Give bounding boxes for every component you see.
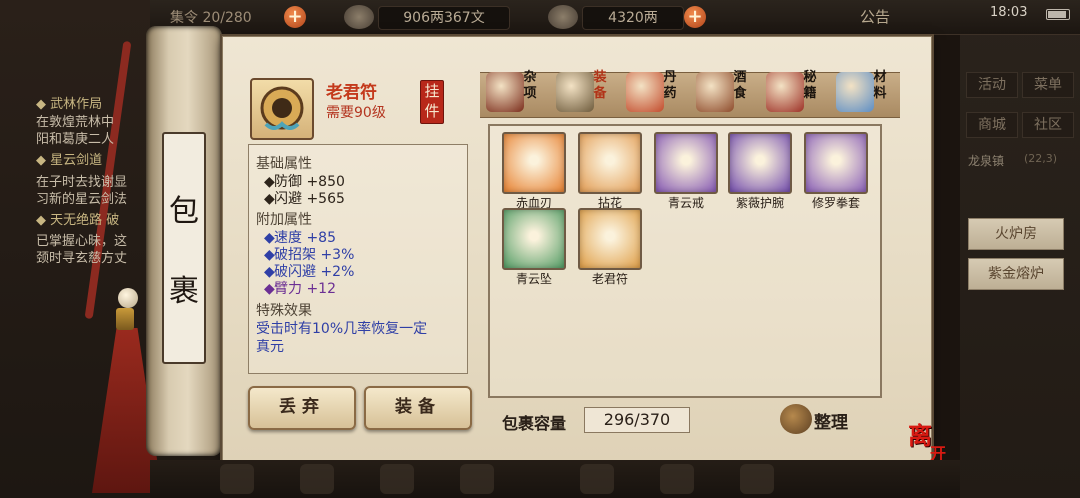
category-label: 秘籍	[803, 70, 817, 101]
leave-button[interactable]: 离	[908, 416, 932, 451]
category-label: 杂项	[523, 70, 537, 101]
tassel-bead	[118, 288, 138, 308]
category-icon	[696, 72, 734, 112]
scroll-title-label: 包 裹	[162, 132, 206, 364]
extra-stats-title: 附加属性	[256, 212, 312, 228]
inventory-slot-name: 修罗拳套	[811, 196, 860, 210]
bottom-nav-item[interactable]	[460, 464, 494, 494]
base-stat-defense: ◆防御 +850	[264, 174, 345, 190]
extra-stat-break-evade: ◆破闪避 +2%	[264, 264, 355, 280]
inventory-slot[interactable]	[728, 132, 792, 194]
quest-line[interactable]: ◆ 武林作局	[36, 96, 102, 113]
clock: 18:03	[990, 5, 1028, 20]
category-icon	[486, 72, 524, 112]
inventory-slot[interactable]	[578, 208, 642, 270]
category-label: 材料	[873, 70, 887, 101]
quest-line[interactable]: ◆ 星云剑道	[36, 152, 102, 169]
equip-button[interactable]: 装备	[364, 386, 472, 430]
quest-line: 在子时去找谢显	[36, 175, 128, 190]
scroll-title-char-1: 包	[169, 194, 199, 229]
category-icon	[626, 72, 664, 112]
capacity-label: 包裹容量	[502, 414, 567, 433]
bottom-nav-bar	[150, 460, 960, 498]
category-icon	[836, 72, 874, 112]
tassel-knot	[116, 308, 134, 330]
quest-line: 在敦煌荒林中	[36, 115, 115, 130]
category-label: 装备	[593, 70, 607, 101]
location-coords: (22,3)	[1024, 152, 1058, 165]
capacity-value: 296/370	[584, 407, 690, 433]
selected-item-name: 老君符	[326, 83, 377, 103]
inventory-slot-name: 青云戒	[667, 196, 704, 210]
extra-stat-speed: ◆速度 +85	[264, 230, 336, 246]
item-type-badge: 挂件	[420, 80, 444, 124]
quest-line: 已掌握心昧，这	[36, 234, 128, 249]
quest-line[interactable]: ◆ 天无绝路 破	[36, 212, 119, 229]
activity-button[interactable]: 活动	[966, 72, 1018, 98]
quest-line: 习新的星云剑法	[36, 192, 128, 207]
add-gold-button[interactable]: +	[684, 6, 706, 28]
silver-display: 906两367文	[378, 6, 510, 30]
battery-icon	[1046, 9, 1070, 20]
category-tab[interactable]: 丹药	[622, 66, 688, 122]
quest-line: 颈时寻玄慈方丈	[36, 251, 128, 266]
category-tab[interactable]: 杂项	[482, 66, 548, 122]
forge-button[interactable]: 紫金熔炉	[968, 258, 1064, 290]
extra-stat-strength: ◆臂力 +12	[264, 281, 336, 297]
silver-icon	[344, 5, 374, 29]
inventory-slot[interactable]	[502, 132, 566, 194]
category-tab[interactable]: 酒食	[692, 66, 758, 122]
category-icon	[766, 72, 804, 112]
top-partial-counter: 集令 20/280	[170, 10, 252, 26]
inventory-slot[interactable]	[502, 208, 566, 270]
base-stat-evasion: ◆闪避 +565	[264, 191, 345, 207]
base-stats-title: 基础属性	[256, 156, 312, 172]
category-label: 丹药	[663, 70, 677, 101]
sort-label: 整理	[814, 413, 848, 433]
inventory-slot-name: 老君符	[591, 272, 628, 286]
notice-button[interactable]: 公告	[860, 6, 890, 27]
inventory-slot-name: 青云坠	[515, 272, 552, 286]
add-resource-button[interactable]: +	[284, 6, 306, 28]
bottom-nav-item[interactable]	[220, 464, 254, 494]
discard-button[interactable]: 丢弃	[248, 386, 356, 430]
shop-button[interactable]: 商城	[966, 112, 1018, 138]
category-tab[interactable]: 装备	[552, 66, 618, 122]
fire-room-button[interactable]: 火炉房	[968, 218, 1064, 250]
bottom-nav-item[interactable]	[580, 464, 614, 494]
quest-line: 阳和葛庚二人	[36, 132, 115, 147]
special-effect-desc-1: 受击时有10%几率恢复一定	[256, 321, 428, 337]
category-label: 酒食	[733, 70, 747, 101]
special-effect-title: 特殊效果	[256, 303, 312, 319]
location-name: 龙泉镇	[968, 154, 1005, 168]
bottom-nav-item[interactable]	[300, 464, 334, 494]
bottom-nav-item[interactable]	[740, 464, 774, 494]
sort-button[interactable]: 整理	[780, 402, 854, 436]
bottom-nav-item[interactable]	[660, 464, 694, 494]
inventory-slot[interactable]	[654, 132, 718, 194]
gold-display: 4320两	[582, 6, 684, 30]
inventory-slot-name: 紫薇护腕	[735, 196, 784, 210]
menu-button[interactable]: 菜单	[1022, 72, 1074, 98]
category-tab[interactable]: 材料	[832, 66, 898, 122]
selected-item-requirement: 需要90级	[326, 105, 386, 121]
category-icon	[556, 72, 594, 112]
special-effect-desc-2: 真元	[256, 339, 284, 355]
inventory-slot[interactable]	[578, 132, 642, 194]
bottom-nav-item[interactable]	[380, 464, 414, 494]
selected-item-icon	[250, 78, 314, 140]
scroll-title-char-2: 裹	[169, 274, 199, 309]
gold-icon	[548, 5, 578, 29]
inventory-slot[interactable]	[804, 132, 868, 194]
community-button[interactable]: 社区	[1022, 112, 1074, 138]
category-tab[interactable]: 秘籍	[762, 66, 828, 122]
extra-stat-break-parry: ◆破招架 +3%	[264, 247, 355, 263]
bag-icon	[780, 404, 812, 434]
